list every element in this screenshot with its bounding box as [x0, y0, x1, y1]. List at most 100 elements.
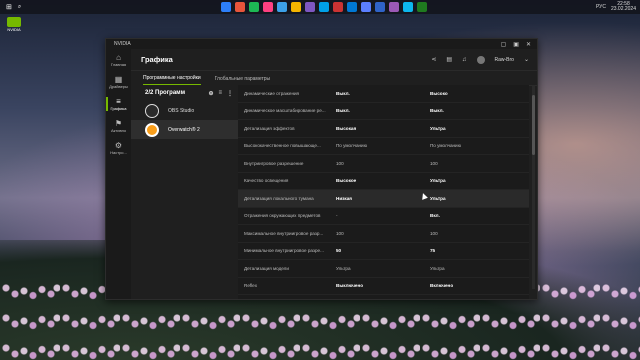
- setting-row[interactable]: Высококачественное повышающе... По умолча…: [238, 138, 529, 155]
- taskbar-app-icon[interactable]: [333, 2, 344, 12]
- add-program-icon[interactable]: ⊕: [208, 90, 213, 97]
- page-header: Графика ⋖ ▤ ♫ Raw-Bro ⌄: [131, 49, 537, 71]
- setting-current-value[interactable]: 50: [334, 248, 428, 253]
- setting-optimal-value[interactable]: Включено: [428, 283, 453, 288]
- setting-current-value[interactable]: По умолчанию: [334, 143, 428, 148]
- setting-current-value[interactable]: Выключено: [334, 283, 428, 288]
- setting-row[interactable]: Внутриигровое разрешение 100 100: [238, 155, 529, 173]
- setting-row[interactable]: Детализация локального тумана Низкая Ультр…: [238, 190, 529, 208]
- scrollbar-thumb[interactable]: [532, 95, 535, 155]
- minimize-button[interactable]: ▢: [501, 41, 507, 48]
- sidebar-item-label: Главная: [110, 62, 127, 67]
- settings-scrollbar[interactable]: [532, 85, 535, 289]
- setting-row[interactable]: Минимальное внутриигровое разре... 50 75: [238, 243, 529, 260]
- setting-optimal-value[interactable]: По умолчанию: [428, 143, 461, 148]
- program-item-overwatch[interactable]: Overwatch® 2: [131, 120, 238, 139]
- setting-row[interactable]: Динамические отражения Выкл. Высоко: [238, 85, 529, 103]
- setting-row[interactable]: Динамическое масштабирование ре... Выкл. В…: [238, 103, 529, 120]
- setting-current-value[interactable]: Ультра: [334, 266, 428, 271]
- maximize-button[interactable]: ▣: [513, 41, 519, 48]
- sidebar-item-home[interactable]: ⌂ Главная: [106, 49, 131, 71]
- main-panel: Графика ⋖ ▤ ♫ Raw-Bro ⌄ Программные наст…: [131, 49, 537, 299]
- share-icon[interactable]: ⋖: [431, 56, 436, 63]
- user-name[interactable]: Raw-Bro: [495, 57, 514, 63]
- setting-optimal-value[interactable]: Ультра: [428, 196, 446, 201]
- flag-icon: ⚑: [114, 119, 123, 128]
- filter-icon[interactable]: ≡: [218, 90, 222, 97]
- setting-current-value[interactable]: Высокая: [334, 126, 428, 131]
- setting-name: Детализация локального тумана: [244, 195, 314, 201]
- more-options-icon[interactable]: ⋮: [227, 90, 233, 97]
- taskbar-app-icon[interactable]: [305, 2, 316, 12]
- taskbar-app-icon[interactable]: [319, 2, 330, 12]
- setting-name: Внутриигровое разрешение: [244, 160, 304, 166]
- windows-start-icon[interactable]: ⊞: [6, 3, 12, 11]
- drivers-icon: ▦: [114, 75, 123, 84]
- setting-current-value[interactable]: 100: [334, 161, 428, 166]
- window-app-name: NVIDIA: [114, 41, 131, 47]
- setting-current-value[interactable]: Низкая: [334, 196, 428, 201]
- taskbar-app-icon[interactable]: [263, 2, 274, 12]
- programs-count: 2/2 Программ: [145, 90, 186, 96]
- overwatch-icon: [145, 122, 159, 137]
- obs-studio-icon: [145, 103, 159, 118]
- taskbar-app-icon[interactable]: [235, 2, 246, 12]
- setting-current-value[interactable]: Выкл.: [334, 91, 428, 96]
- avatar[interactable]: [476, 55, 485, 64]
- setting-current-value[interactable]: 100: [334, 231, 428, 236]
- setting-current-value[interactable]: Высокое: [334, 178, 428, 183]
- sidebar-item-graphics[interactable]: ≡ Графика: [106, 93, 131, 115]
- taskbar-apps: [221, 2, 428, 12]
- taskbar-app-icon[interactable]: [403, 2, 414, 12]
- setting-name: Детализация эффектов: [244, 125, 295, 131]
- sidebar-item-settings[interactable]: ⚙ Настро...: [106, 137, 131, 159]
- setting-row[interactable]: Отражения окружающих предметов - Вкл.: [238, 208, 529, 225]
- desktop-icon-nvidia[interactable]: NVIDIA: [4, 17, 24, 43]
- setting-name: Максимальное внутриигровое разр...: [244, 230, 324, 236]
- notifications-icon[interactable]: ♫: [462, 57, 467, 63]
- taskbar-app-icon[interactable]: [375, 2, 386, 12]
- setting-current-value[interactable]: -: [334, 213, 428, 218]
- setting-row[interactable]: Reflex Выключено Включено: [238, 278, 529, 295]
- tab-program-settings[interactable]: Программные настройки: [143, 75, 201, 85]
- program-name: Overwatch® 2: [168, 126, 200, 133]
- taskbar-app-icon[interactable]: [291, 2, 302, 12]
- setting-row[interactable]: Детализация эффектов Высокая Ультра: [238, 120, 529, 138]
- tab-global-settings[interactable]: Глобальные параметры: [215, 76, 271, 85]
- desktop-icon-label: NVIDIA: [7, 27, 21, 32]
- taskbar-app-icon[interactable]: [277, 2, 288, 12]
- setting-optimal-value[interactable]: Вкл.: [428, 213, 440, 218]
- setting-row[interactable]: Максимальное внутриигровое разр... 100 100: [238, 225, 529, 243]
- setting-row[interactable]: Детализация модели Ультра Ультра: [238, 260, 529, 278]
- setting-optimal-value[interactable]: 75: [428, 248, 435, 253]
- taskbar-app-icon[interactable]: [249, 2, 260, 12]
- taskbar-app-icon[interactable]: [221, 2, 232, 12]
- sidebar-item-active[interactable]: ⚑ Активно: [106, 115, 131, 137]
- setting-optimal-value[interactable]: 100: [428, 231, 438, 236]
- setting-name: Отражения окружающих предметов: [244, 213, 321, 219]
- taskbar-app-icon[interactable]: [361, 2, 372, 12]
- taskbar-app-icon[interactable]: [389, 2, 400, 12]
- setting-optimal-value[interactable]: Выкл.: [428, 108, 444, 113]
- taskbar-app-icon[interactable]: [417, 2, 428, 12]
- setting-current-value[interactable]: Выкл.: [334, 108, 428, 113]
- sidebar-item-label: Драйверы: [109, 84, 128, 89]
- search-icon[interactable]: ⌕: [18, 4, 21, 11]
- setting-optimal-value[interactable]: 100: [428, 161, 438, 166]
- program-item-obs[interactable]: OBS Studio: [131, 101, 238, 120]
- close-button[interactable]: ✕: [526, 41, 531, 48]
- chevron-down-icon[interactable]: ⌄: [524, 56, 529, 63]
- programs-panel: 2/2 Программ ⊕ ≡ ⋮ OBS Studio Overwatch®…: [131, 85, 238, 299]
- feedback-icon[interactable]: ▤: [446, 56, 452, 63]
- clock-date: 23.02.2024: [610, 6, 636, 12]
- setting-optimal-value[interactable]: Высоко: [428, 91, 448, 96]
- taskbar-app-icon[interactable]: [347, 2, 358, 12]
- language-indicator[interactable]: РУС: [596, 4, 606, 10]
- setting-row[interactable]: Качество освещения Высокое Ультра: [238, 173, 529, 190]
- taskbar: ⊞ ⌕ РУС 22:58 23.02.2024: [0, 0, 640, 14]
- taskbar-clock[interactable]: 22:58 23.02.2024: [611, 2, 636, 12]
- setting-optimal-value[interactable]: Ультра: [428, 126, 446, 131]
- sidebar-item-drivers[interactable]: ▦ Драйверы: [106, 71, 131, 93]
- setting-optimal-value[interactable]: Ультра: [428, 266, 445, 271]
- setting-optimal-value[interactable]: Ультра: [428, 178, 446, 183]
